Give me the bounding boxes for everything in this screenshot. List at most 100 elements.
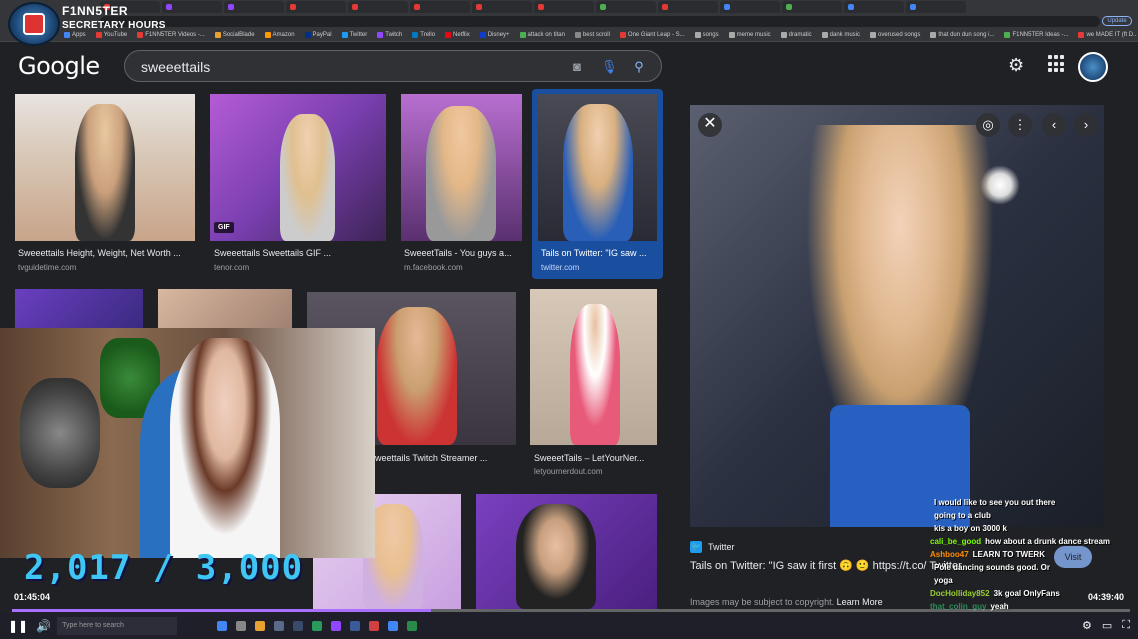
close-preview-button[interactable]: ✕ — [698, 113, 722, 137]
bookmark-item[interactable]: overused songs — [870, 31, 921, 38]
bookmark-item[interactable]: Apps — [64, 31, 86, 38]
browser-tab[interactable] — [720, 1, 780, 13]
bookmark-item[interactable]: best scroll — [574, 31, 610, 38]
result-caption[interactable]: Tails on Twitter: "IG saw ... — [541, 248, 659, 258]
volume-icon[interactable]: 🔊 — [36, 619, 51, 633]
bookmark-label: overused songs — [878, 31, 921, 38]
bookmark-item[interactable]: SocialBlade — [214, 31, 255, 38]
address-bar[interactable] — [100, 15, 1100, 27]
bookmark-item[interactable]: Twitch — [377, 31, 402, 38]
update-button[interactable]: Update — [1102, 16, 1132, 26]
learn-more-link[interactable]: Learn More — [837, 597, 883, 607]
taskbar-app-icon[interactable] — [236, 621, 247, 631]
browser-tab[interactable] — [596, 1, 656, 13]
theatre-mode-icon[interactable]: ▭ — [1102, 619, 1112, 632]
visit-button[interactable]: Visit — [1054, 546, 1092, 568]
taskbar-app-icon[interactable] — [407, 621, 418, 631]
browser-tab[interactable] — [906, 1, 966, 13]
next-image-icon[interactable]: › — [1074, 113, 1098, 137]
taskbar-app-icon[interactable] — [255, 621, 266, 631]
chat-username[interactable]: DocHolliday852 — [930, 589, 990, 602]
result-thumbnail[interactable]: GIF — [210, 94, 386, 241]
previous-image-icon[interactable]: ‹ — [1042, 113, 1066, 137]
result-caption[interactable]: SweeetTails – LetYourNer... — [534, 453, 659, 463]
browser-tab[interactable] — [162, 1, 222, 13]
bookmark-item[interactable]: F1NN5TER Ideas -... — [1004, 31, 1068, 38]
chat-message: yoga — [930, 576, 1138, 589]
browser-tab[interactable] — [224, 1, 284, 13]
browser-tab[interactable] — [658, 1, 718, 13]
taskbar-app-icon[interactable] — [217, 621, 228, 631]
bookmark-item[interactable]: Twitter — [341, 31, 367, 38]
search-input[interactable]: sweeettails — [141, 59, 210, 75]
taskbar-app-icon[interactable] — [312, 621, 323, 631]
taskbar-app-icon[interactable] — [293, 621, 304, 631]
taskbar-app-icon[interactable] — [331, 621, 342, 631]
result-thumbnail[interactable] — [158, 289, 292, 329]
browser-tab[interactable] — [472, 1, 532, 13]
browser-tab[interactable] — [534, 1, 594, 13]
result-thumbnail[interactable] — [476, 494, 657, 609]
taskbar-app-icon[interactable] — [274, 621, 285, 631]
result-thumbnail[interactable] — [538, 94, 657, 241]
taskbar-app-icon[interactable] — [350, 621, 361, 631]
google-apps-icon[interactable] — [1048, 55, 1066, 73]
result-thumbnail[interactable] — [15, 94, 195, 241]
bookmark-item[interactable]: YouTube — [95, 31, 127, 38]
bookmark-item[interactable]: Amazon — [264, 31, 295, 38]
pause-icon[interactable]: ❚❚ — [8, 619, 28, 633]
preview-image[interactable] — [690, 105, 1104, 527]
result-caption[interactable]: Sweeettails Height, Weight, Net Worth ..… — [18, 248, 198, 258]
bookmark-favicon-icon — [445, 31, 452, 38]
taskbar-search[interactable]: Type here to search — [57, 617, 178, 635]
browser-tab[interactable] — [844, 1, 904, 13]
bookmark-favicon-icon — [1078, 31, 1085, 38]
more-options-icon[interactable]: ⋮ — [1008, 113, 1032, 137]
bookmark-item[interactable]: attack on titan — [519, 31, 565, 38]
bookmark-item[interactable]: we MADE IT (ft D.. — [1078, 31, 1136, 38]
taskbar-app-icon[interactable] — [388, 621, 399, 631]
result-caption[interactable]: weettails Twitch Streamer ... — [375, 453, 515, 463]
google-logo[interactable]: Google — [18, 52, 100, 80]
result-caption[interactable]: SweeetTails - You guys a... — [404, 248, 522, 258]
preview-site-name[interactable]: Twitter — [708, 542, 735, 552]
search-icon[interactable]: ⚲ — [631, 59, 647, 75]
chat-username[interactable]: cali_be_good — [930, 537, 981, 550]
settings-gear-icon[interactable]: ⚙ — [1082, 619, 1092, 632]
bookmark-item[interactable]: Netflix — [445, 31, 470, 38]
chat-message: Ashboo47 LEARN TO TWERK — [930, 550, 1138, 563]
bookmark-item[interactable]: songs — [694, 31, 719, 38]
bookmark-item[interactable]: dramatic — [780, 31, 812, 38]
bookmark-item[interactable]: Disney+ — [479, 31, 510, 38]
search-box[interactable]: sweeettails ◙ 🎙 ⚲ — [124, 50, 662, 82]
elapsed-time: 01:45:04 — [14, 592, 51, 602]
bookmark-item[interactable]: dank music — [821, 31, 860, 38]
fullscreen-icon[interactable]: ⛶ — [1122, 619, 1130, 632]
preview-source-row[interactable]: 🐦 Twitter — [690, 541, 735, 553]
browser-tab[interactable] — [782, 1, 842, 13]
bookmark-item[interactable]: that dun dun song i... — [930, 31, 994, 38]
tab-favicon-icon — [352, 4, 358, 10]
browser-tab[interactable] — [410, 1, 470, 13]
bookmark-item[interactable]: PayPal — [304, 31, 332, 38]
chat-username[interactable]: Ashboo47 — [930, 550, 969, 563]
result-caption[interactable]: Sweeettails Sweettails GIF ... — [214, 248, 390, 258]
lens-search-icon[interactable]: ◎ — [976, 113, 1000, 137]
bookmark-item[interactable]: meme music — [728, 31, 771, 38]
bookmark-item[interactable]: One Giant Leap - S... — [619, 31, 685, 38]
microphone-icon[interactable]: 🎙 — [601, 59, 618, 75]
browser-tab[interactable] — [286, 1, 346, 13]
browser-tab[interactable] — [348, 1, 408, 13]
taskbar-app-icon[interactable] — [369, 621, 380, 631]
account-avatar[interactable] — [1078, 52, 1108, 82]
playback-progress-bar[interactable] — [12, 609, 1130, 612]
camera-search-icon[interactable]: ◙ — [569, 59, 585, 75]
result-thumbnail[interactable] — [401, 94, 522, 241]
bookmark-item[interactable]: F1NN5TER Videos -... — [137, 31, 205, 38]
result-thumbnail[interactable] — [530, 289, 657, 445]
settings-gear-icon[interactable]: ⚙ — [1008, 55, 1024, 76]
chat-text: LEARN TO TWERK — [972, 550, 1045, 559]
result-thumbnail[interactable] — [15, 289, 143, 329]
chat-text: I would like to see you out there — [934, 498, 1056, 507]
bookmark-item[interactable]: Trello — [412, 31, 435, 38]
